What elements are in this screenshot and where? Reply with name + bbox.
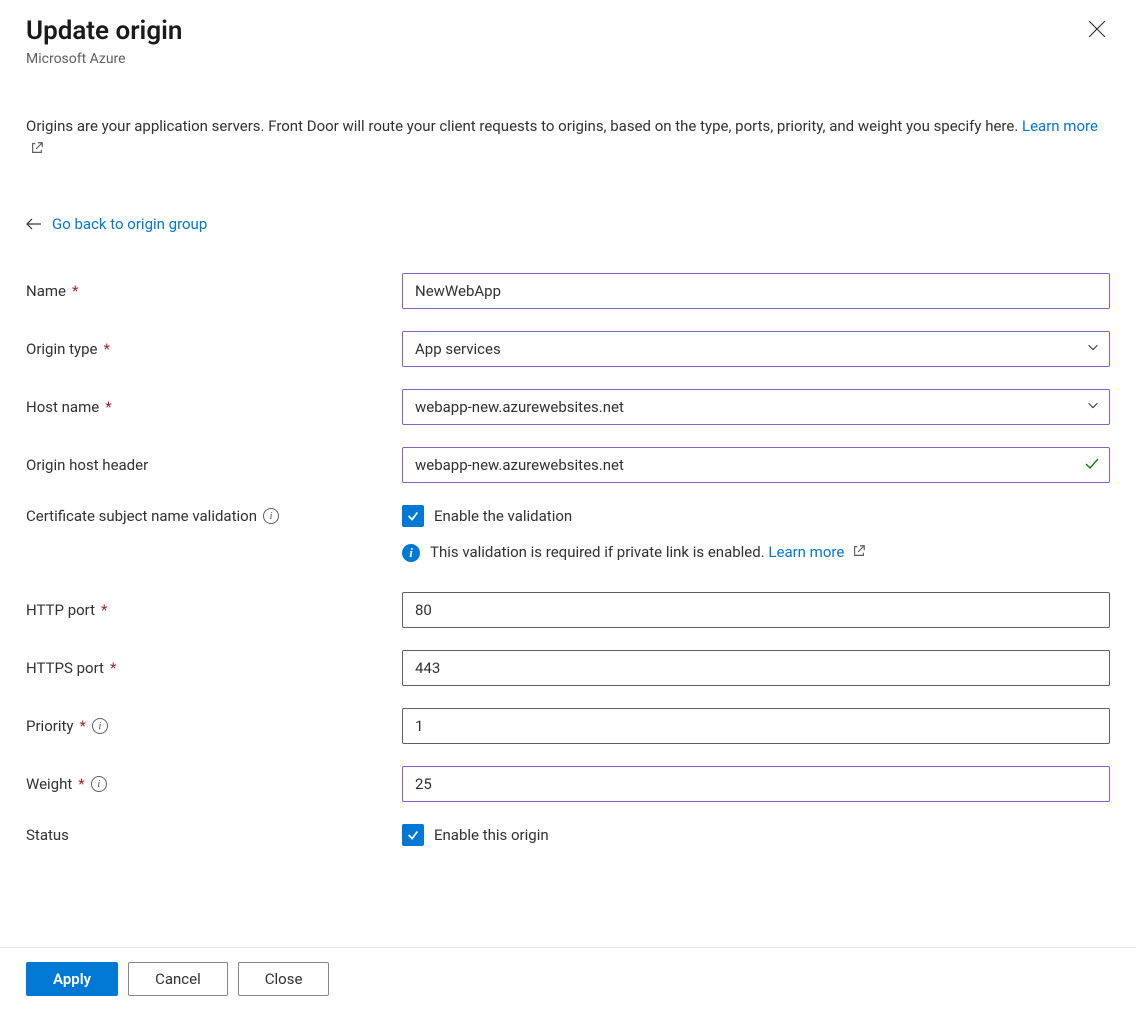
host-name-select[interactable] [402, 389, 1110, 425]
info-filled-icon: i [402, 544, 420, 562]
weight-input[interactable] [402, 766, 1110, 802]
status-label: Status [26, 826, 402, 844]
back-arrow-icon [26, 216, 42, 232]
http-port-label: HTTP port* [26, 601, 402, 619]
priority-label: Priority* i [26, 717, 402, 735]
info-icon[interactable]: i [91, 776, 107, 792]
validation-info-note: i This validation is required if private… [402, 543, 1110, 562]
enable-origin-label: Enable this origin [434, 826, 549, 844]
host-name-label: Host name* [26, 398, 402, 416]
external-link-icon [30, 139, 44, 162]
http-port-input[interactable] [402, 592, 1110, 628]
origin-host-header-input[interactable] [402, 447, 1110, 483]
validation-learn-more-link[interactable]: Learn more [768, 543, 866, 561]
priority-input[interactable] [402, 708, 1110, 744]
origin-type-select[interactable] [402, 331, 1110, 367]
weight-label: Weight* i [26, 775, 402, 793]
learn-more-label: Learn more [1022, 117, 1098, 135]
close-icon [1088, 20, 1106, 38]
apply-button[interactable]: Apply [26, 962, 118, 996]
cancel-button[interactable]: Cancel [128, 962, 228, 996]
page-subtitle: Microsoft Azure [26, 51, 1110, 67]
info-icon[interactable]: i [92, 718, 108, 734]
https-port-input[interactable] [402, 650, 1110, 686]
external-link-icon [852, 544, 866, 562]
checkmark-icon [406, 509, 420, 523]
page-title: Update origin [26, 16, 1110, 47]
validation-note-text: This validation is required if private l… [430, 543, 768, 561]
description-body: Origins are your application servers. Fr… [26, 117, 1022, 135]
enable-validation-checkbox[interactable] [402, 505, 424, 527]
go-back-link[interactable]: Go back to origin group [52, 215, 207, 233]
name-label: Name* [26, 282, 402, 300]
name-input[interactable] [402, 273, 1110, 309]
close-footer-button[interactable]: Close [238, 962, 330, 996]
enable-validation-label: Enable the validation [434, 507, 572, 525]
validation-learn-more-label: Learn more [768, 543, 844, 561]
description-text: Origins are your application servers. Fr… [26, 115, 1110, 161]
origin-host-header-label: Origin host header [26, 456, 402, 474]
enable-origin-checkbox[interactable] [402, 824, 424, 846]
close-button[interactable] [1088, 20, 1106, 38]
info-icon[interactable]: i [263, 508, 279, 524]
https-port-label: HTTPS port* [26, 659, 402, 677]
checkmark-icon [406, 828, 420, 842]
origin-type-label: Origin type* [26, 340, 402, 358]
cert-validation-label: Certificate subject name validation i [26, 507, 402, 525]
